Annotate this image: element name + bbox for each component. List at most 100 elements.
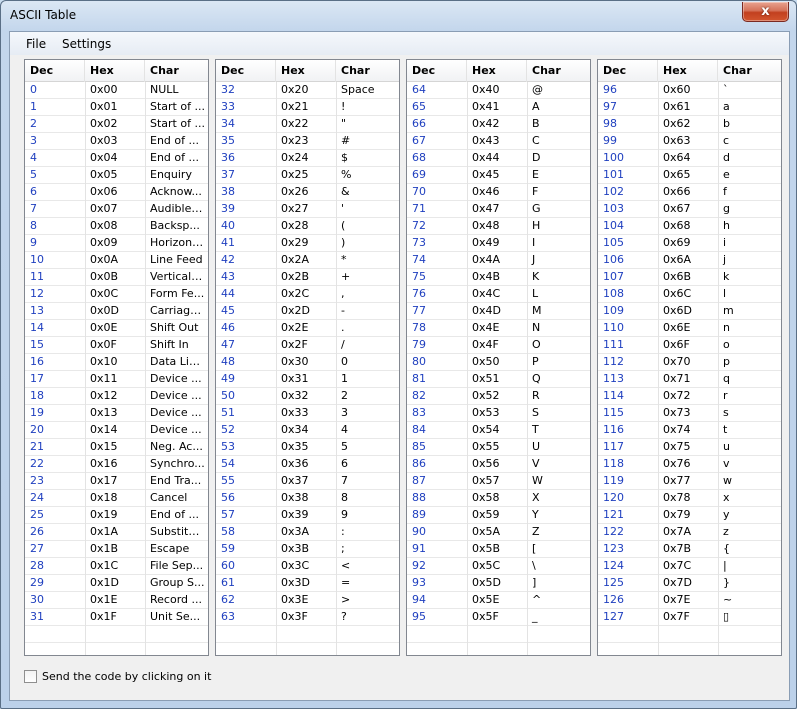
table-row[interactable]: 78 0x4E N: [407, 320, 590, 337]
column-header-hex[interactable]: Hex: [658, 60, 718, 82]
table-row[interactable]: 82 0x52 R: [407, 388, 590, 405]
table-row[interactable]: 74 0x4A J: [407, 252, 590, 269]
table-row[interactable]: 13 0x0D Carriage...: [25, 303, 208, 320]
table-row[interactable]: 96 0x60 `: [598, 82, 781, 99]
table-row[interactable]: 115 0x73 s: [598, 405, 781, 422]
column-header-char[interactable]: Char: [336, 60, 399, 82]
close-button[interactable]: x: [742, 2, 789, 22]
table-row[interactable]: 50 0x32 2: [216, 388, 399, 405]
table-row[interactable]: 120 0x78 x: [598, 490, 781, 507]
table-row[interactable]: 65 0x41 A: [407, 99, 590, 116]
table-row[interactable]: 9 0x09 Horizont...: [25, 235, 208, 252]
table-row[interactable]: 103 0x67 g: [598, 201, 781, 218]
table-row[interactable]: 55 0x37 7: [216, 473, 399, 490]
table-row[interactable]: 16 0x10 Data Lin...: [25, 354, 208, 371]
table-row[interactable]: 21 0x15 Neg. Ac...: [25, 439, 208, 456]
table-row[interactable]: 37 0x25%: [216, 167, 399, 184]
table-row[interactable]: 46 0x2E.: [216, 320, 399, 337]
table-row[interactable]: 110 0x6E n: [598, 320, 781, 337]
table-row[interactable]: 73 0x49 I: [407, 235, 590, 252]
table-row[interactable]: 90 0x5A Z: [407, 524, 590, 541]
table-row[interactable]: 79 0x4F O: [407, 337, 590, 354]
table-row[interactable]: 117 0x75 u: [598, 439, 781, 456]
column-header-dec[interactable]: Dec: [25, 60, 85, 82]
table-row[interactable]: 30 0x1E Record ...: [25, 592, 208, 609]
table-row[interactable]: 38 0x26 &: [216, 184, 399, 201]
column-header-hex[interactable]: Hex: [276, 60, 336, 82]
table-row[interactable]: 15 0x0F Shift In: [25, 337, 208, 354]
table-row[interactable]: 39 0x27 ': [216, 201, 399, 218]
table-row[interactable]: 40 0x28 (: [216, 218, 399, 235]
table-row[interactable]: 8 0x08 Backsp...: [25, 218, 208, 235]
ascii-table-96-127[interactable]: Dec Hex Char 96 0x60 ` 97 0x61 a 98 0x62 b 99 0x63 c 10…: [597, 59, 782, 656]
table-row[interactable]: 62 0x3E >: [216, 592, 399, 609]
table-row[interactable]: 106 0x6A j: [598, 252, 781, 269]
table-row[interactable]: 43 0x2B +: [216, 269, 399, 286]
table-row[interactable]: 114 0x72 r: [598, 388, 781, 405]
table-row[interactable]: 80 0x50 P: [407, 354, 590, 371]
table-row[interactable]: 3 0x03 End of ...: [25, 133, 208, 150]
table-row[interactable]: 87 0x57 W: [407, 473, 590, 490]
table-row[interactable]: 12 0x0C Form Fe...: [25, 286, 208, 303]
table-row[interactable]: 84 0x54 T: [407, 422, 590, 439]
title-bar[interactable]: ASCII Table x: [1, 1, 796, 31]
table-row[interactable]: 0 0x00 NULL: [25, 82, 208, 99]
ascii-table-0-31[interactable]: Dec Hex Char 0 0x00 NULL 1 0x01 Start of ... 2 0x0…: [24, 59, 209, 656]
table-row[interactable]: 123 0x7B {: [598, 541, 781, 558]
table-row[interactable]: 83 0x53 S: [407, 405, 590, 422]
column-header-dec[interactable]: Dec: [598, 60, 658, 82]
table-row[interactable]: 86 0x56 V: [407, 456, 590, 473]
table-row[interactable]: 81 0x51 Q: [407, 371, 590, 388]
table-row[interactable]: 20 0x14 Device ...: [25, 422, 208, 439]
table-row[interactable]: 97 0x61 a: [598, 99, 781, 116]
table-row[interactable]: 92 0x5C \: [407, 558, 590, 575]
table-row[interactable]: 89 0x59 Y: [407, 507, 590, 524]
table-row[interactable]: 70 0x46 F: [407, 184, 590, 201]
table-row[interactable]: 125 0x7D}: [598, 575, 781, 592]
table-row[interactable]: 57 0x39 9: [216, 507, 399, 524]
table-row[interactable]: 108 0x6C l: [598, 286, 781, 303]
table-row[interactable]: 66 0x42 B: [407, 116, 590, 133]
table-row[interactable]: 124 0x7C |: [598, 558, 781, 575]
table-row[interactable]: 1 0x01 Start of ...: [25, 99, 208, 116]
table-row[interactable]: 91 0x5B [: [407, 541, 590, 558]
table-row[interactable]: 85 0x55 U: [407, 439, 590, 456]
table-row[interactable]: 48 0x30 0: [216, 354, 399, 371]
table-row[interactable]: 100 0x64 d: [598, 150, 781, 167]
table-row[interactable]: 69 0x45 E: [407, 167, 590, 184]
table-row[interactable]: 7 0x07 Audible ...: [25, 201, 208, 218]
table-row[interactable]: 112 0x70 p: [598, 354, 781, 371]
table-row[interactable]: 63 0x3F?: [216, 609, 399, 626]
table-row[interactable]: 26 0x1A Substitu...: [25, 524, 208, 541]
table-row[interactable]: 98 0x62 b: [598, 116, 781, 133]
menu-settings[interactable]: Settings: [62, 37, 111, 51]
table-row[interactable]: 19 0x13 Device ...: [25, 405, 208, 422]
table-row[interactable]: 28 0x1C File Sep...: [25, 558, 208, 575]
table-row[interactable]: 72 0x48 H: [407, 218, 590, 235]
table-row[interactable]: 47 0x2F /: [216, 337, 399, 354]
table-row[interactable]: 2 0x02 Start of ...: [25, 116, 208, 133]
table-row[interactable]: 76 0x4C L: [407, 286, 590, 303]
column-header-char[interactable]: Char: [527, 60, 590, 82]
ascii-table-32-63[interactable]: Dec Hex Char 32 0x20 Space 33 0x21! 34 0x22 " 35 0x2…: [215, 59, 400, 656]
table-row[interactable]: 17 0x11 Device ...: [25, 371, 208, 388]
table-row[interactable]: 64 0x40 @: [407, 82, 590, 99]
table-row[interactable]: 4 0x04 End of ...: [25, 150, 208, 167]
table-row[interactable]: 23 0x17 End Tra...: [25, 473, 208, 490]
table-row[interactable]: 25 0x19 End of ...: [25, 507, 208, 524]
table-row[interactable]: 104 0x68 h: [598, 218, 781, 235]
table-row[interactable]: 33 0x21!: [216, 99, 399, 116]
table-row[interactable]: 11 0x0B Vertical ...: [25, 269, 208, 286]
table-row[interactable]: 105 0x69 i: [598, 235, 781, 252]
table-row[interactable]: 53 0x35 5: [216, 439, 399, 456]
table-row[interactable]: 29 0x1D Group S...: [25, 575, 208, 592]
table-row[interactable]: 51 0x33 3: [216, 405, 399, 422]
send-code-checkbox[interactable]: [24, 670, 37, 683]
table-row[interactable]: 119 0x77 w: [598, 473, 781, 490]
table-row[interactable]: 67 0x43 C: [407, 133, 590, 150]
table-row[interactable]: 101 0x65 e: [598, 167, 781, 184]
table-row[interactable]: 111 0x6F o: [598, 337, 781, 354]
table-row[interactable]: 22 0x16 Synchro...: [25, 456, 208, 473]
column-header-char[interactable]: Char: [718, 60, 781, 82]
table-row[interactable]: 56 0x38 8: [216, 490, 399, 507]
